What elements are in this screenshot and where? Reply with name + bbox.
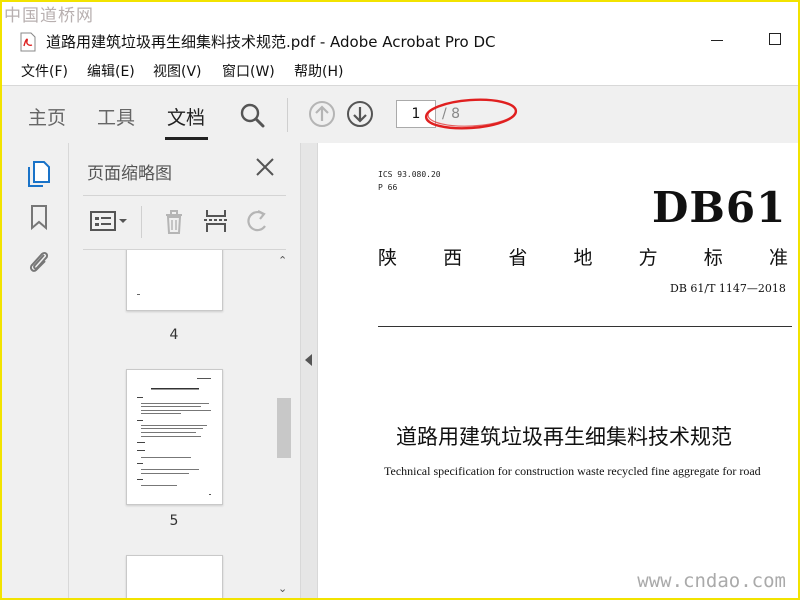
province-char: 地 [573, 247, 593, 269]
page-thumbnails-icon[interactable] [26, 159, 52, 187]
collapse-panel-icon[interactable] [305, 354, 312, 366]
panel-splitter[interactable] [300, 143, 318, 598]
delete-icon[interactable] [159, 206, 189, 236]
document-title-cn: 道路用建筑垃圾再生细集料技术规范 [396, 425, 732, 449]
thumbnail-list: 4 5 [69, 250, 300, 598]
watermark-logo: 中国道桥网 [4, 6, 94, 26]
annotation-circle [424, 98, 518, 130]
province-char: 标 [703, 247, 723, 269]
thumbnails-panel: 页面缩略图 4 5 ⌃ ⌄ [69, 143, 300, 598]
scroll-up-icon[interactable]: ⌃ [278, 254, 287, 267]
tab-tools[interactable]: 工具 [97, 103, 135, 130]
thumbnail-page-5[interactable] [126, 369, 223, 505]
panel-title: 页面缩略图 [87, 164, 172, 184]
close-icon[interactable] [254, 156, 276, 178]
province-char: 省 [508, 247, 528, 269]
search-icon[interactable] [238, 101, 266, 129]
minimize-button[interactable] [702, 24, 732, 54]
thumbnail-label: 5 [169, 513, 179, 529]
app-window: 道路用建筑垃圾再生细集料技术规范.pdf - Adobe Acrobat Pro… [0, 0, 800, 600]
pdf-file-icon [20, 32, 36, 52]
page-down-icon[interactable] [346, 100, 374, 128]
document-view[interactable]: ICS 93.080.20 P 66 DB61 陕 西 省 地 方 标 准 DB… [318, 143, 798, 598]
thumbnail-page-6[interactable] [126, 555, 223, 598]
scroll-down-icon[interactable]: ⌄ [278, 582, 287, 595]
province-heading: 陕 西 省 地 方 标 准 [378, 243, 788, 270]
thumbnail-scrollbar[interactable]: ⌃ ⌄ [275, 250, 293, 598]
menu-help[interactable]: 帮助(H) [294, 61, 343, 81]
attachment-icon[interactable] [26, 247, 52, 275]
province-char: 西 [443, 247, 463, 269]
province-char: 准 [768, 247, 788, 269]
db-code: DB61 [652, 183, 787, 232]
main-toolbar: 主页 工具 文档 1 / 8 [2, 85, 798, 144]
province-char: 陕 [378, 247, 398, 269]
menu-edit[interactable]: 编辑(E) [87, 61, 135, 81]
watermark-url: www.cndao.com [637, 570, 786, 592]
menu-bar: 文件(F) 编辑(E) 视图(V) 窗口(W) 帮助(H) [2, 59, 798, 83]
menu-file[interactable]: 文件(F) [21, 61, 68, 81]
title-bar: 道路用建筑垃圾再生细集料技术规范.pdf - Adobe Acrobat Pro… [2, 2, 798, 58]
thumbnail-label: 4 [169, 327, 179, 343]
ics-code: ICS 93.080.20 [378, 170, 441, 179]
panel-toolbar [83, 196, 286, 248]
toolbar-separator [287, 98, 288, 132]
tab-document[interactable]: 文档 [167, 103, 205, 130]
extract-pages-icon[interactable] [201, 206, 231, 236]
standard-number: DB 61/T 1147—2018 [670, 282, 786, 295]
thumbnail-options-icon[interactable] [89, 206, 129, 236]
province-char: 方 [638, 247, 658, 269]
scrollbar-thumb[interactable] [277, 398, 291, 458]
page-preview [137, 378, 211, 495]
maximize-icon [769, 33, 781, 45]
tools-separator [141, 206, 142, 238]
bookmark-icon[interactable] [26, 203, 52, 231]
document-title-en: Technical specification for construction… [384, 464, 761, 478]
maximize-button[interactable] [760, 24, 790, 54]
thumbnail-page-4[interactable] [126, 250, 223, 311]
navigation-rail [2, 143, 69, 598]
p-code: P 66 [378, 183, 398, 192]
page-up-icon[interactable] [308, 100, 336, 128]
rotate-icon[interactable] [243, 206, 273, 236]
tab-home[interactable]: 主页 [28, 103, 66, 130]
active-tab-indicator [165, 137, 208, 140]
window-title: 道路用建筑垃圾再生细集料技术规范.pdf - Adobe Acrobat Pro… [46, 33, 496, 51]
menu-view[interactable]: 视图(V) [153, 61, 202, 81]
menu-window[interactable]: 窗口(W) [222, 61, 275, 81]
minimize-icon [711, 39, 723, 41]
document-rule [378, 326, 792, 327]
